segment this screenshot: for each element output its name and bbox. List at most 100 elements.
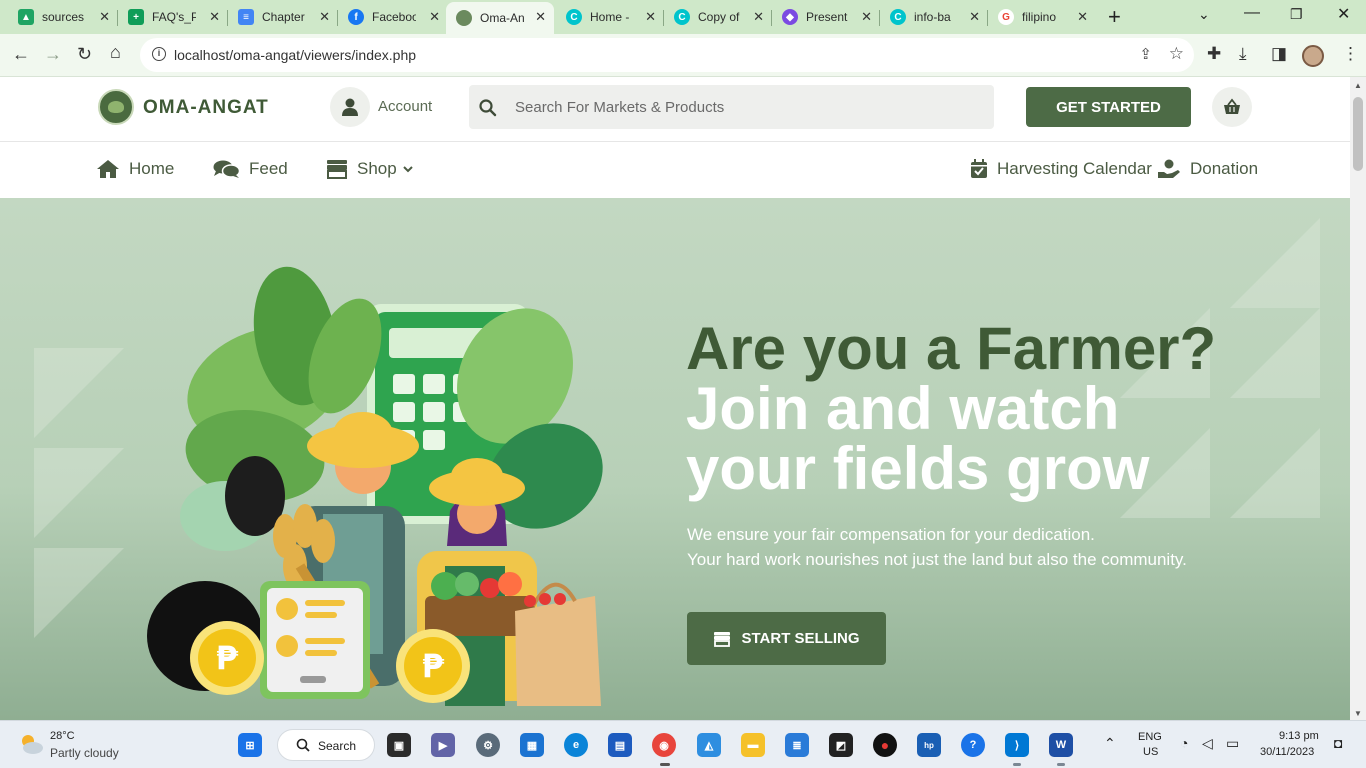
wifi-icon[interactable]: ◔	[1180, 735, 1188, 751]
browser-tab[interactable]: C Copy of ✕	[664, 2, 772, 32]
restore-icon[interactable]: ❐	[1290, 6, 1303, 23]
chevron-up-icon[interactable]: ⌃	[1104, 735, 1116, 752]
browser-tab[interactable]: C Home - ✕	[556, 2, 664, 32]
browser-tab[interactable]: f Facebook ✕	[338, 2, 448, 32]
calendar-app-icon[interactable]: ▦	[520, 733, 544, 757]
nav-harvesting-calendar[interactable]: Harvesting Calendar	[970, 159, 1152, 179]
search-input[interactable]	[515, 95, 975, 119]
notification-bell-icon[interactable]: ◘	[1334, 735, 1342, 751]
notepad-icon[interactable]: ≣	[785, 733, 809, 757]
home-icon[interactable]: ⌂	[110, 42, 121, 63]
nav-feed-label: Feed	[249, 159, 288, 178]
file-explorer-icon[interactable]: ▬	[741, 733, 765, 757]
download-icon[interactable]: ⤓	[1239, 44, 1247, 64]
new-tab-icon[interactable]: +	[1108, 4, 1121, 30]
region-indicator[interactable]: US	[1143, 746, 1158, 758]
nav-donation-label: Donation	[1190, 159, 1259, 178]
close-tab-icon[interactable]: ✕	[535, 9, 546, 25]
browser-tab[interactable]: + FAQ's_P ✕	[118, 2, 228, 32]
get-help-icon[interactable]: ?	[961, 733, 985, 757]
settings-gear-icon[interactable]: ⚙	[476, 733, 500, 757]
nav-feed[interactable]: Feed	[213, 159, 288, 179]
site-info-icon[interactable]: i	[152, 47, 166, 61]
scroll-up-icon[interactable]: ▲	[1354, 81, 1362, 90]
windows-start-icon[interactable]: ⊞	[238, 733, 262, 757]
farmers-illustration: ₱ ₱	[147, 266, 603, 706]
browser-tab-active[interactable]: Oma-An ✕	[446, 2, 554, 34]
close-window-icon[interactable]: ✕	[1337, 4, 1350, 24]
vscode-icon[interactable]: ⟩	[1005, 733, 1029, 757]
forward-arrow-icon[interactable]: →	[44, 44, 62, 65]
scrollbar-thumb[interactable]	[1353, 97, 1363, 171]
chrome-icon[interactable]: ◉	[652, 733, 676, 757]
side-panel-icon[interactable]: ◨	[1271, 44, 1287, 64]
browser-tab[interactable]: G filipino ✕	[988, 2, 1096, 32]
brand-name[interactable]: OMA-ANGAT	[143, 97, 269, 119]
close-tab-icon[interactable]: ✕	[969, 9, 980, 25]
tab-search-chevron-icon[interactable]: ⌄	[1198, 6, 1210, 23]
account-link[interactable]: Account	[378, 98, 432, 115]
site-header: OMA-ANGAT Account GET STARTED	[0, 77, 1350, 141]
weather-temperature[interactable]: 28°C	[50, 730, 75, 742]
taskbar-search[interactable]: Search	[277, 729, 375, 761]
address-bar[interactable]: i localhost/oma-angat/viewers/index.php …	[140, 38, 1194, 72]
browser-tab[interactable]: ◆ Present ✕	[772, 2, 880, 32]
decor-triangle	[1230, 308, 1320, 398]
nav-home[interactable]: Home	[96, 159, 174, 179]
scroll-down-icon[interactable]: ▼	[1354, 709, 1362, 718]
search-bar[interactable]	[469, 85, 994, 129]
partly-cloudy-icon[interactable]	[18, 731, 44, 757]
minimize-icon[interactable]: —	[1244, 4, 1260, 22]
close-tab-icon[interactable]: ✕	[1077, 9, 1088, 25]
google-sheets-icon: +	[128, 9, 144, 25]
hero-title-line2: Join and watch	[686, 375, 1120, 442]
browser-tab[interactable]: ≡ Chapter ✕	[228, 2, 338, 32]
volume-icon[interactable]: ◁	[1202, 735, 1213, 752]
close-tab-icon[interactable]: ✕	[861, 9, 872, 25]
myhp-icon[interactable]: hp	[917, 733, 941, 757]
presentation-icon: ◆	[782, 9, 798, 25]
menu-kebab-icon[interactable]: ⋮	[1342, 44, 1359, 64]
share-icon[interactable]: ⇪	[1139, 45, 1152, 63]
page-scrollbar[interactable]: ▲ ▼	[1350, 77, 1366, 720]
teams-chat-icon[interactable]: ▶	[431, 733, 455, 757]
cart-button[interactable]	[1212, 87, 1252, 127]
close-tab-icon[interactable]: ✕	[99, 9, 110, 25]
chevron-down-icon	[402, 166, 413, 173]
word-icon[interactable]: W	[1049, 733, 1073, 757]
back-arrow-icon[interactable]: ←	[12, 44, 30, 65]
microsoft-store-icon[interactable]: ▤	[608, 733, 632, 757]
oma-angat-logo[interactable]	[98, 89, 134, 125]
close-tab-icon[interactable]: ✕	[319, 9, 330, 25]
browser-tab[interactable]: C info-ba ✕	[880, 2, 988, 32]
sticky-notes-icon[interactable]: ◩	[829, 733, 853, 757]
start-selling-button[interactable]: START SELLING	[687, 612, 886, 665]
get-started-button[interactable]: GET STARTED	[1026, 87, 1191, 127]
profile-avatar[interactable]	[1302, 45, 1324, 67]
photos-app-icon[interactable]: ◭	[697, 733, 721, 757]
account-icon[interactable]	[330, 87, 370, 127]
weather-description[interactable]: Partly cloudy	[50, 746, 119, 760]
nav-donation[interactable]: Donation	[1157, 159, 1258, 179]
clock-date[interactable]: 30/11/2023	[1260, 746, 1314, 758]
extensions-puzzle-icon[interactable]: ✚	[1207, 44, 1221, 64]
bookmark-star-icon[interactable]: ☆	[1169, 44, 1184, 64]
battery-icon[interactable]: ▭	[1226, 735, 1239, 752]
close-tab-icon[interactable]: ✕	[429, 9, 440, 25]
edge-browser-icon[interactable]: e	[564, 733, 588, 757]
language-indicator[interactable]: ENG	[1138, 731, 1162, 743]
close-tab-icon[interactable]: ✕	[209, 9, 220, 25]
clock-time[interactable]: 9:13 pm	[1279, 730, 1319, 742]
search-icon	[479, 99, 497, 117]
browser-tab[interactable]: ▲ sources ✕	[8, 2, 118, 32]
close-tab-icon[interactable]: ✕	[753, 9, 764, 25]
url-text[interactable]: localhost/oma-angat/viewers/index.php	[174, 47, 416, 63]
nav-home-label: Home	[129, 159, 175, 178]
reload-icon[interactable]: ↻	[77, 44, 92, 65]
task-view-icon[interactable]: ▣	[387, 733, 411, 757]
taskbar-search-label: Search	[318, 739, 357, 753]
nav-shop[interactable]: Shop	[326, 159, 414, 179]
oma-angat-icon	[456, 10, 472, 26]
close-tab-icon[interactable]: ✕	[645, 9, 656, 25]
screen-recorder-icon[interactable]: ●	[873, 733, 897, 757]
